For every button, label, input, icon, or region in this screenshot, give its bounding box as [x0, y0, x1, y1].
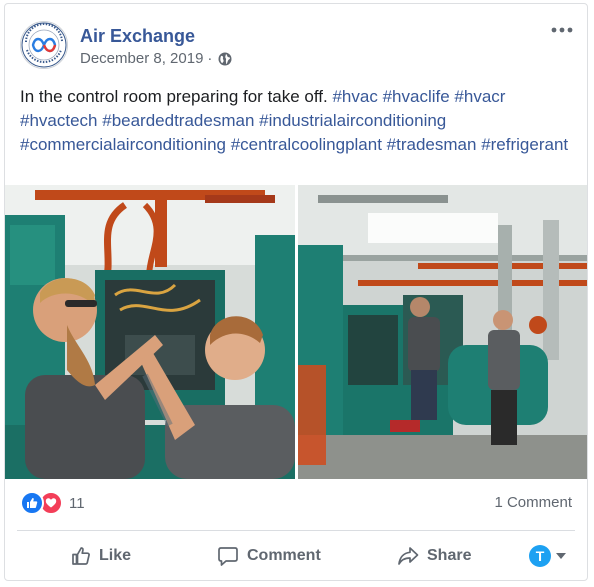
more-options-button[interactable] [549, 20, 575, 40]
post-message-text: In the control room preparing for take o… [20, 87, 333, 106]
hashtag-link[interactable]: #beardedtradesman [102, 111, 254, 130]
thumbs-up-icon [72, 547, 90, 565]
comment-button-label: Comment [247, 547, 321, 564]
hashtag-link[interactable]: #hvaclife [383, 87, 450, 106]
post-header: Air Exchange December 8, 2019 · [5, 4, 587, 76]
page-avatar[interactable] [20, 21, 68, 69]
share-button-label: Share [427, 547, 472, 564]
reactions-summary[interactable]: 11 [20, 491, 85, 515]
comment-count-link[interactable]: 1 Comment [494, 494, 572, 511]
hashtag-link[interactable]: #hvactech [20, 111, 98, 130]
page-name-link[interactable]: Air Exchange [80, 26, 195, 47]
photo-grid [5, 185, 587, 479]
like-reaction-icon [20, 491, 44, 515]
like-button-label: Like [99, 547, 132, 564]
post-photo-1[interactable] [5, 185, 295, 479]
user-avatar: T [529, 545, 551, 567]
hashtag-link[interactable]: #hvacr [454, 87, 505, 106]
caret-down-icon [556, 553, 566, 559]
hashtag-link[interactable]: #commercialairconditioning [20, 135, 226, 154]
post-date-link[interactable]: December 8, 2019 [80, 50, 203, 67]
share-arrow-icon [398, 547, 419, 565]
share-button[interactable]: Share [397, 540, 471, 572]
post-card: Air Exchange December 8, 2019 · In the c… [4, 3, 588, 581]
air-exchange-logo-icon [21, 22, 67, 68]
meta-separator: · [207, 50, 213, 67]
photo-technicians-at-control-panel [5, 185, 295, 479]
action-bar-divider [17, 530, 575, 531]
post-action-bar: Like Comment Share T [5, 534, 587, 578]
globe-icon[interactable] [218, 52, 232, 66]
account-selector-button[interactable]: T [529, 540, 574, 572]
comment-button[interactable]: Comment [217, 540, 321, 572]
hashtag-link[interactable]: #centralcoolingplant [231, 135, 382, 154]
hashtag-link[interactable]: #refrigerant [481, 135, 568, 154]
hashtag-link[interactable]: #tradesman [387, 135, 477, 154]
reaction-count: 11 [69, 494, 85, 512]
post-photo-2[interactable] [298, 185, 587, 479]
user-avatar-initial: T [535, 548, 545, 564]
comment-bubble-icon [218, 547, 238, 566]
post-message: In the control room preparing for take o… [20, 85, 576, 157]
like-button[interactable]: Like [71, 540, 131, 572]
ellipsis-icon [551, 27, 573, 33]
hashtag-link[interactable]: #hvac [332, 87, 377, 106]
post-meta: December 8, 2019 · [80, 50, 232, 67]
photo-chillers-in-plant-room [298, 185, 587, 479]
hashtag-link[interactable]: #industrialairconditioning [259, 111, 446, 130]
